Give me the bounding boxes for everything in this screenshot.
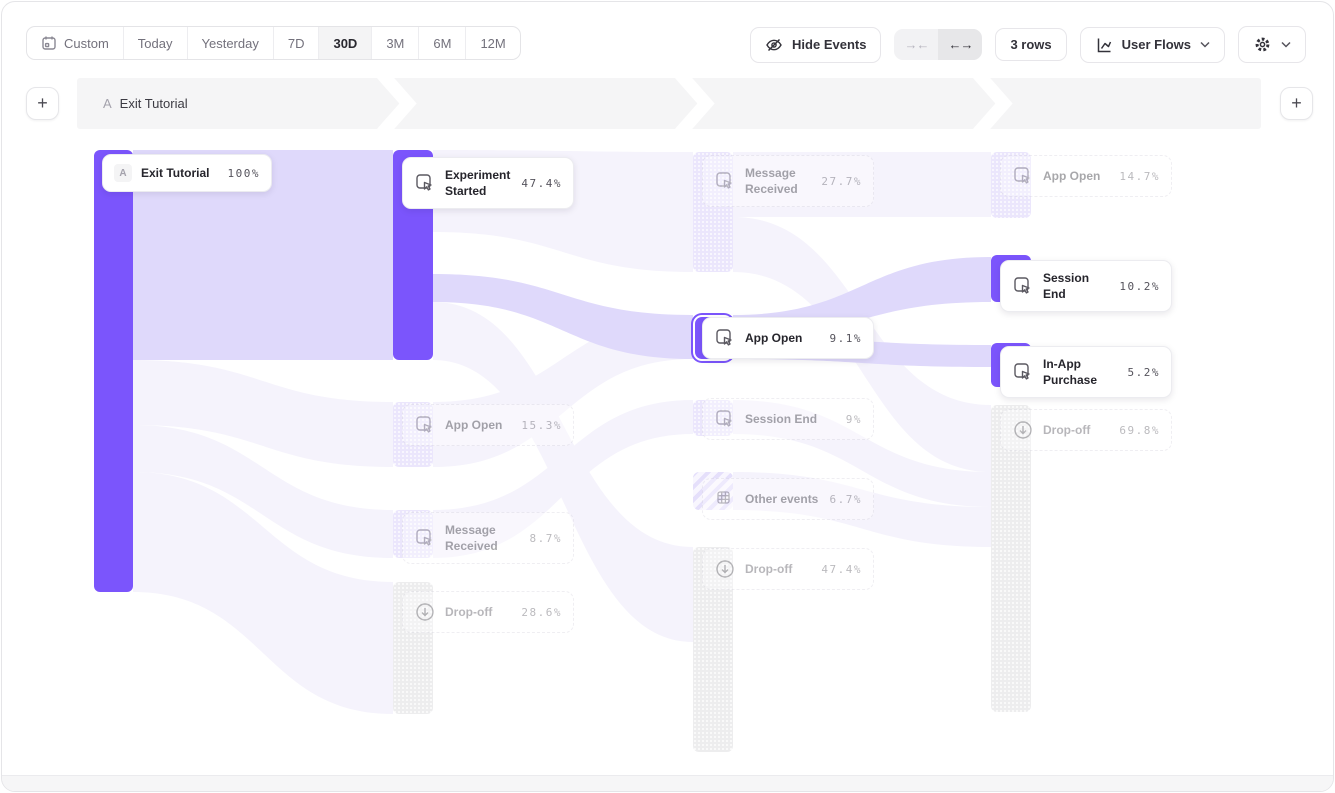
bottom-scroll-strip[interactable] — [2, 775, 1333, 791]
step-header-label: A Exit Tutorial — [103, 78, 188, 129]
step-header-band: A Exit Tutorial — [77, 78, 1261, 129]
date-range-12m[interactable]: 12M — [465, 27, 519, 59]
node-bar-exit-tutorial[interactable] — [94, 150, 133, 592]
date-range-3m[interactable]: 3M — [371, 27, 418, 59]
event-icon — [1012, 165, 1034, 187]
step-name: Exit Tutorial — [120, 96, 188, 111]
hide-events-button[interactable]: Hide Events — [750, 27, 881, 63]
other-events-icon — [714, 488, 736, 510]
node-card-app-open-2[interactable]: App Open 15.3% — [402, 404, 574, 446]
add-step-right-button[interactable]: + — [1280, 87, 1313, 120]
band-chevrons — [77, 78, 1261, 129]
event-icon — [1012, 275, 1034, 297]
event-icon — [414, 172, 436, 194]
event-icon — [714, 170, 736, 192]
date-range-today[interactable]: Today — [123, 27, 187, 59]
event-icon — [1012, 361, 1034, 383]
calendar-icon — [41, 35, 57, 51]
node-card-session-end-4[interactable]: Session End 10.2% — [1000, 260, 1172, 312]
toolbar: Custom Today Yesterday 7D 30D 3M 6M 12M … — [26, 26, 1306, 63]
view-label: User Flows — [1122, 37, 1191, 52]
chevron-down-icon — [1281, 41, 1291, 48]
rows-label: 3 rows — [1010, 37, 1051, 52]
add-step-left-button[interactable]: + — [26, 87, 59, 120]
dropoff-icon — [414, 601, 436, 623]
node-card-message-received-2[interactable]: Message Received 8.7% — [402, 512, 574, 564]
rows-button[interactable]: 3 rows — [995, 28, 1066, 61]
date-range-picker: Custom Today Yesterday 7D 30D 3M 6M 12M — [26, 26, 521, 60]
node-card-exit-tutorial[interactable]: A Exit Tutorial 100% — [102, 154, 272, 192]
dropoff-icon — [714, 558, 736, 580]
collapse-icon: →← — [904, 37, 928, 52]
node-card-in-app-purchase-4[interactable]: In-App Purchase 5.2% — [1000, 346, 1172, 398]
node-card-experiment-started[interactable]: Experiment Started 47.4% — [402, 157, 574, 209]
date-range-30d[interactable]: 30D — [318, 27, 371, 59]
flow-chart-icon — [1095, 36, 1113, 54]
node-card-dropoff-3[interactable]: Drop-off 47.4% — [702, 548, 874, 590]
flow-ribbon — [133, 472, 393, 714]
node-bar-dropoff-4[interactable] — [991, 405, 1031, 712]
date-range-yesterday[interactable]: Yesterday — [187, 27, 273, 59]
flow-ribbon — [133, 360, 393, 467]
step-a-badge: A — [114, 164, 132, 182]
node-card-dropoff-2[interactable]: Drop-off 28.6% — [402, 591, 574, 633]
width-toggle: →← ←→ — [894, 29, 982, 60]
node-card-message-received-3[interactable]: Message Received 27.7% — [702, 155, 874, 207]
event-icon — [714, 327, 736, 349]
flow-ribbon — [133, 425, 393, 558]
event-icon — [414, 527, 436, 549]
date-range-6m[interactable]: 6M — [418, 27, 465, 59]
date-range-7d[interactable]: 7D — [273, 27, 319, 59]
chevron-down-icon — [1200, 41, 1210, 48]
toolbar-right: Hide Events →← ←→ 3 rows — [750, 26, 1306, 63]
node-card-app-open-4[interactable]: App Open 14.7% — [1000, 155, 1172, 197]
eye-off-icon — [765, 36, 783, 54]
settings-button[interactable] — [1238, 26, 1306, 63]
node-card-other-events-3[interactable]: Other events 6.7% — [702, 478, 874, 520]
dropoff-icon — [1012, 419, 1034, 441]
expand-icon: ←→ — [948, 37, 972, 52]
expand-columns-button[interactable]: ←→ — [938, 29, 982, 60]
step-badge: A — [103, 96, 112, 111]
node-card-session-end-3[interactable]: Session End 9% — [702, 398, 874, 440]
event-icon — [414, 414, 436, 436]
hide-events-label: Hide Events — [792, 37, 866, 52]
user-flows-panel: Custom Today Yesterday 7D 30D 3M 6M 12M … — [1, 1, 1334, 792]
date-range-custom[interactable]: Custom — [27, 27, 123, 59]
event-icon — [714, 408, 736, 430]
gear-icon — [1253, 35, 1272, 54]
view-selector[interactable]: User Flows — [1080, 27, 1225, 63]
collapse-columns-button[interactable]: →← — [894, 29, 938, 60]
flow-ribbon — [433, 274, 693, 359]
node-card-dropoff-4[interactable]: Drop-off 69.8% — [1000, 409, 1172, 451]
date-range-label: Custom — [64, 36, 109, 51]
node-card-app-open-3[interactable]: App Open 9.1% — [702, 317, 874, 359]
